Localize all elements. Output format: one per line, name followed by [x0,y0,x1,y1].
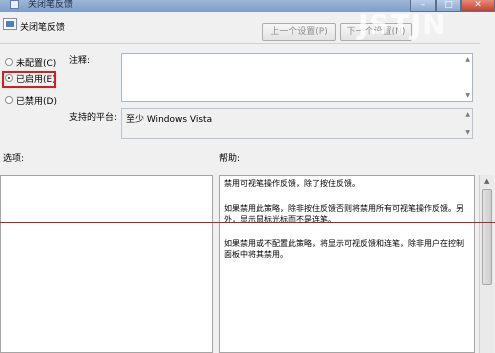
scroll-thumb[interactable] [482,189,492,285]
radio-label: 未配置(C) [16,59,57,69]
supported-platforms-value: 至少 Windows Vista [126,115,213,125]
scroll-up-arrow-icon[interactable]: ▲ [465,111,470,118]
radio-label: 已禁用(D) [16,97,57,107]
scroll-down-arrow-icon[interactable]: ▼ [465,129,470,136]
radio-button-icon[interactable] [5,58,13,66]
options-label: 选项: [3,154,25,164]
help-paragraph: 禁用可视笔操作反馈，除了按住反馈。 [224,179,360,188]
comment-textarea[interactable]: ▲ ▼ [121,53,473,102]
policy-icon [3,18,17,30]
scroll-up-arrow-icon[interactable]: ▲ [484,177,489,185]
policy-title: 关闭笔反馈 [20,23,66,33]
window-icon [10,0,19,9]
supported-scrollbar[interactable]: ▲ ▼ [462,109,472,138]
scroll-up-arrow-icon[interactable]: ▲ [465,56,470,63]
close-button[interactable]: ✕ [461,0,495,12]
highlight-box [2,71,56,88]
help-paragraph: 如果禁用或不配置此策略，将显示可视反馈和连笔，除非用户在控制面板中将其禁用。 [224,239,464,259]
supported-platforms-label: 支持的平台: [69,113,118,123]
help-panel: 禁用可视笔操作反馈，除了按住反馈。 如果禁用此策略，除非按住反馈否则将禁用所有可… [219,175,475,353]
scroll-down-arrow-icon[interactable]: ▼ [465,92,470,99]
header-divider [0,43,480,44]
help-label: 帮助: [219,154,241,164]
window-scrollbar[interactable]: ▲ [479,175,494,353]
comment-label: 注释: [69,56,91,66]
radio-button-icon[interactable] [5,96,13,104]
annotation-line [0,222,495,223]
previous-setting-button[interactable]: 上一个设置(P) [262,23,336,41]
window-title: 关闭笔反馈 [28,0,74,10]
watermark: JSTJN [358,8,447,41]
comment-scrollbar[interactable]: ▲ ▼ [462,54,472,101]
supported-platforms-box: 至少 Windows Vista ▲ ▼ [121,108,473,139]
options-panel [0,175,213,353]
